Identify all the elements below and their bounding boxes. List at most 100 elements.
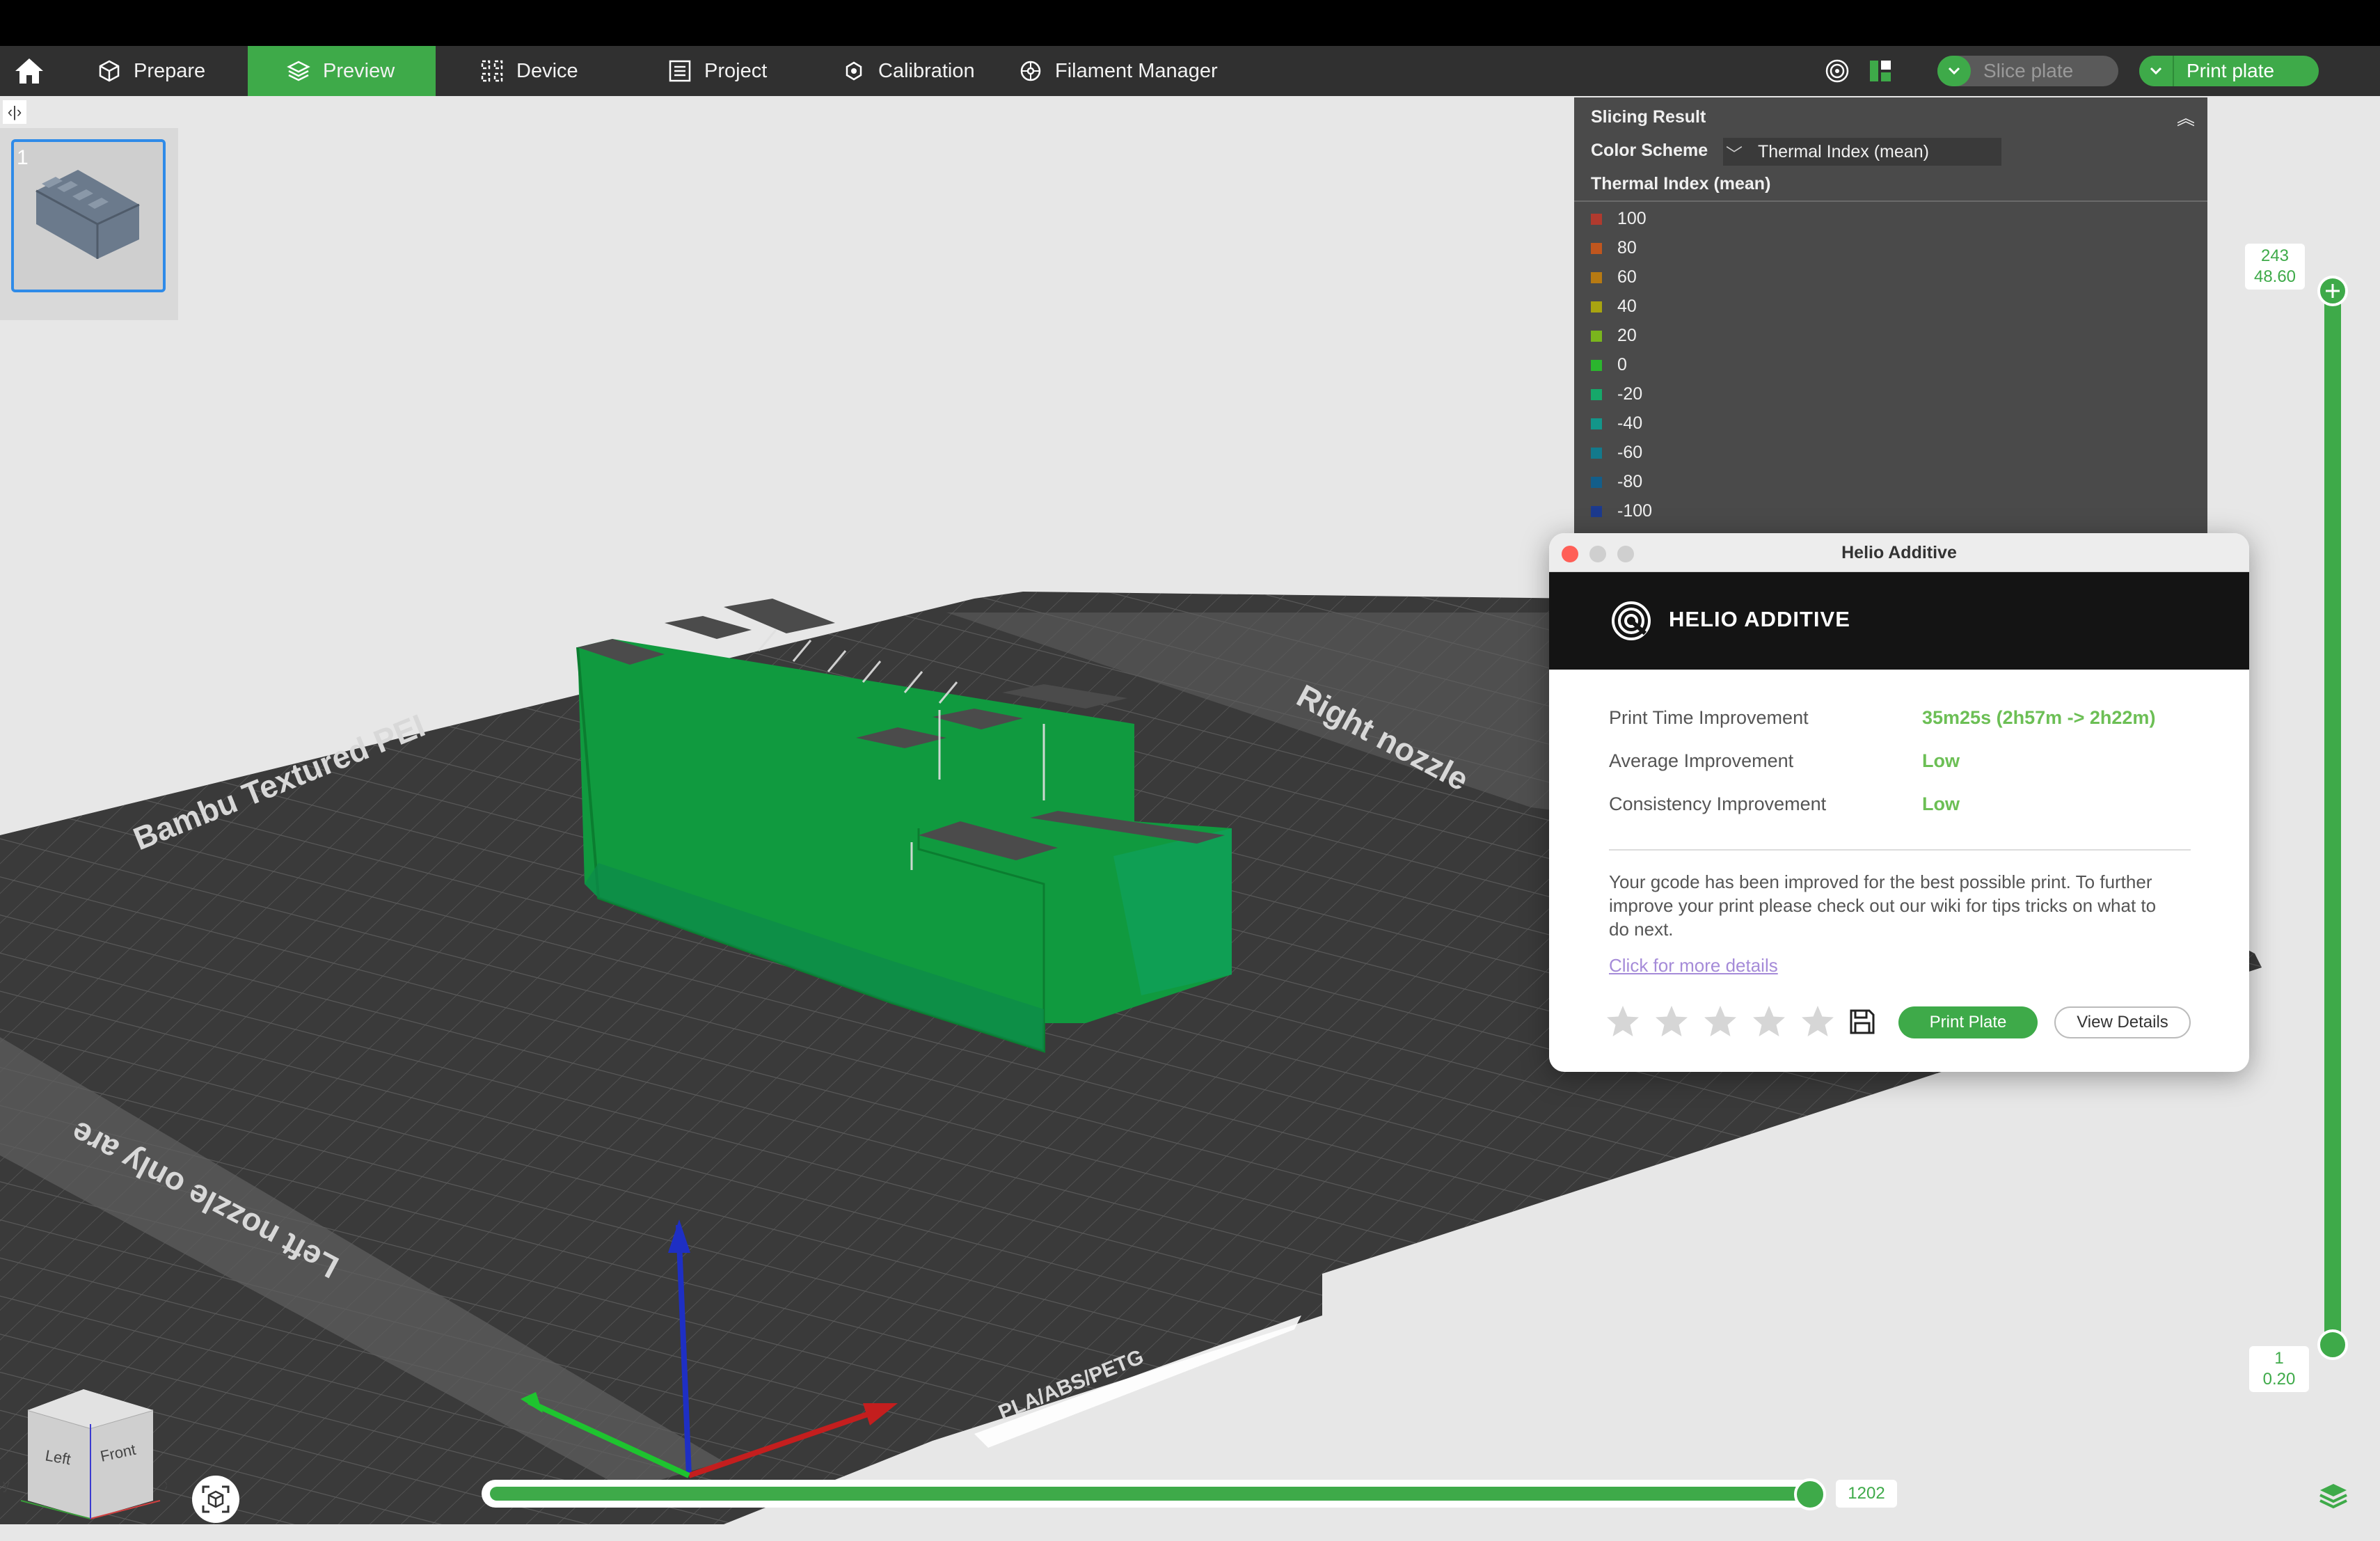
legend-row: -100 — [1591, 501, 1652, 521]
dialog-titlebar: Helio Additive — [1549, 533, 2249, 572]
top-layer-height: 48.60 — [2253, 267, 2296, 286]
filament-icon — [1020, 61, 1041, 81]
stat-label-consistency: Consistency Improvement — [1609, 793, 1827, 814]
plate-layout-icon[interactable] — [1868, 58, 1893, 84]
chevron-down-icon[interactable] — [2139, 56, 2173, 86]
legend-row: -60 — [1591, 443, 1642, 463]
legend-row: -80 — [1591, 472, 1642, 492]
legend-swatch — [1591, 271, 1602, 283]
save-icon[interactable] — [1848, 1008, 1876, 1036]
chevron-down-icon[interactable] — [1937, 56, 1971, 86]
stat-value-average: Low — [1922, 750, 1960, 771]
legend-value: 20 — [1617, 326, 1637, 345]
tab-prepare[interactable]: Prepare — [97, 46, 205, 96]
view-cube[interactable]: Left Front x y — [0, 1382, 167, 1522]
legend-row: -20 — [1591, 384, 1642, 404]
color-scheme-select[interactable]: Thermal Index (mean) — [1723, 138, 2001, 166]
tab-device[interactable]: Device — [480, 46, 578, 96]
bottom-layer-number: 1 — [2274, 1349, 2284, 1368]
legend-swatch — [1591, 213, 1602, 225]
slice-plate-button[interactable]: Slice plate — [1937, 56, 2118, 86]
legend-swatch — [1591, 476, 1602, 488]
legend-swatch — [1591, 301, 1602, 313]
helio-message: Your gcode has been improved for the bes… — [1609, 871, 2157, 940]
legend-swatch — [1591, 330, 1602, 342]
home-button[interactable] — [14, 46, 45, 96]
legend-value: 60 — [1617, 267, 1637, 287]
legend-row: -40 — [1591, 413, 1642, 434]
move-slider-fill — [490, 1487, 1815, 1501]
legend-row: 100 — [1591, 209, 1647, 229]
tab-label: Filament Manager — [1055, 59, 1218, 82]
tab-label: Preview — [323, 59, 395, 82]
legend-row: 60 — [1591, 267, 1637, 287]
collapse-icon[interactable]: ︽ — [2177, 104, 2195, 130]
slice-plate-label: Slice plate — [1983, 60, 2074, 81]
layers-icon — [287, 61, 310, 81]
tab-project[interactable]: Project — [668, 46, 767, 96]
legend-swatch — [1591, 242, 1602, 254]
legend-row: 0 — [1591, 355, 1627, 375]
helio-header: HELIO ADDITIVE — [1549, 572, 2249, 670]
move-slider-handle[interactable] — [1794, 1478, 1826, 1510]
calibration-icon — [846, 61, 862, 81]
stat-value-consistency: Low — [1922, 793, 1960, 814]
layer-top-readout: 243 48.60 — [2245, 244, 2305, 290]
view-details-button[interactable]: View Details — [2054, 1006, 2191, 1038]
star-icon[interactable] — [1605, 1004, 1641, 1040]
star-icon[interactable] — [1702, 1004, 1738, 1040]
tab-calibration[interactable]: Calibration — [842, 46, 975, 96]
legend-value: 40 — [1617, 297, 1637, 316]
layer-slider-track[interactable] — [2324, 290, 2341, 1345]
legend-value: 80 — [1617, 238, 1637, 258]
legend-row: 80 — [1591, 238, 1637, 258]
more-details-link[interactable]: Click for more details — [1609, 955, 1778, 977]
star-icon[interactable] — [1751, 1004, 1787, 1040]
slicing-result-title: Slicing Result — [1591, 107, 1706, 127]
project-icon — [669, 60, 691, 82]
legend-swatch — [1591, 447, 1602, 459]
tab-label: Calibration — [878, 59, 975, 82]
move-slider-readout: 1202 — [1836, 1480, 1897, 1508]
star-icon[interactable] — [1653, 1004, 1690, 1040]
layers-toggle-icon[interactable] — [2317, 1480, 2349, 1512]
fit-view-button[interactable] — [192, 1476, 239, 1523]
legend-value: 100 — [1617, 209, 1647, 228]
layer-slider-bottom-handle[interactable] — [2317, 1329, 2348, 1360]
legend-title: Thermal Index (mean) — [1591, 174, 1771, 193]
stat-label-print-time: Print Time Improvement — [1609, 707, 1809, 728]
divider — [1609, 849, 2191, 851]
tab-label: Project — [704, 59, 768, 82]
color-scheme-value: Thermal Index (mean) — [1758, 141, 1929, 161]
helio-icon[interactable] — [1825, 58, 1850, 84]
helio-brand: HELIO ADDITIVE — [1669, 607, 1850, 631]
tab-preview[interactable]: Preview — [248, 46, 436, 96]
divider — [2173, 56, 2174, 86]
tab-label: Prepare — [134, 59, 206, 82]
star-icon[interactable] — [1800, 1004, 1836, 1040]
home-icon — [15, 58, 43, 84]
tab-filament-manager[interactable]: Filament Manager — [1019, 46, 1218, 96]
legend-swatch — [1591, 418, 1602, 429]
bottom-layer-height: 0.20 — [2262, 1370, 2296, 1389]
cube-icon — [99, 60, 120, 82]
helio-logo-icon — [1612, 601, 1651, 640]
view-cube-y-label: y — [3, 1478, 10, 1493]
dialog-title: Helio Additive — [1841, 543, 1957, 562]
layer-slider-top-handle[interactable] — [2317, 276, 2348, 306]
print-plate-button[interactable]: Print Plate — [1898, 1006, 2038, 1038]
legend-swatch — [1591, 388, 1602, 400]
view-cube-x-label: x — [164, 1478, 167, 1493]
stat-value-print-time: 35m25s (2h57m -> 2h22m) — [1922, 707, 2156, 728]
divider — [1574, 200, 2207, 202]
print-plate-button[interactable]: Print plate — [2139, 56, 2319, 86]
legend-swatch — [1591, 505, 1602, 517]
legend-value: -80 — [1617, 472, 1643, 491]
window-titlebar — [0, 0, 2380, 46]
legend-value: -100 — [1617, 501, 1653, 521]
chevron-down-icon: ﹀ — [1726, 145, 1743, 164]
legend-value: -60 — [1617, 443, 1643, 462]
legend-value: -40 — [1617, 413, 1643, 433]
legend-value: 0 — [1617, 355, 1627, 374]
helio-dialog: Helio Additive HELIO ADDITIVE Print Time… — [1549, 533, 2249, 1072]
